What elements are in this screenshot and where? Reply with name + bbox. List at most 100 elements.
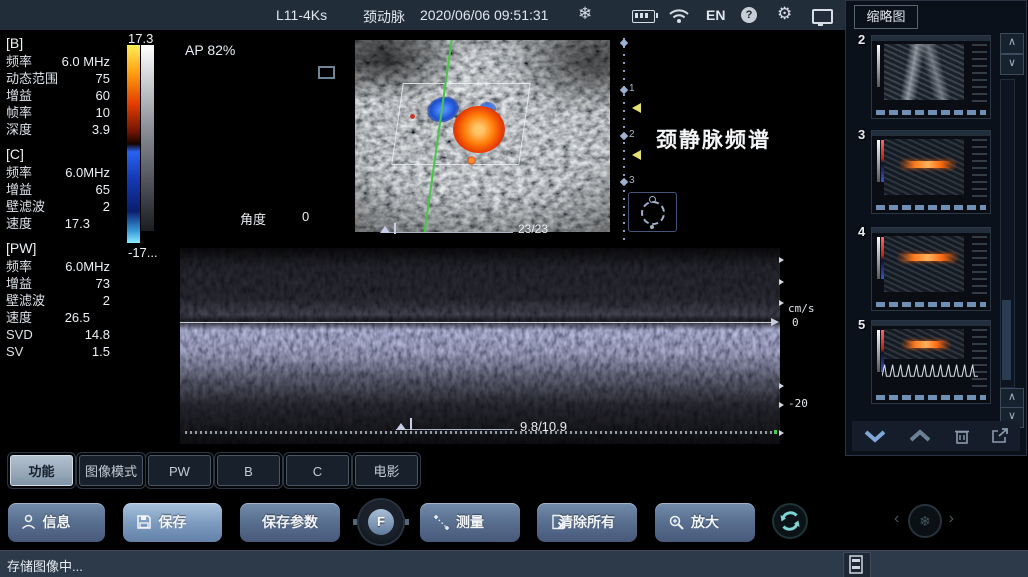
thumbnail-scrollbar[interactable] <box>1000 79 1015 388</box>
param-value: 6.0MHz <box>65 164 110 181</box>
thumb-topbar <box>872 36 990 41</box>
cine-slider-handle[interactable] <box>380 226 390 233</box>
datetime: 2020/06/06 09:51:31 <box>420 7 548 23</box>
exam-preset: 颈动脉 <box>363 7 405 27</box>
export-icon[interactable] <box>990 427 1010 445</box>
depth-marker-icon <box>620 132 628 140</box>
thumbnail-4[interactable]: 4 <box>871 227 991 311</box>
freeze-knob-snowflake-icon[interactable]: ❄ <box>908 504 942 538</box>
parameter-panel: [B] 频率6.0 MHz 动态范围75 增益60 帧率10 深度3.9 [C]… <box>6 33 110 366</box>
thumb-flow <box>904 341 948 348</box>
scroll-down-button[interactable]: ∨ <box>1000 54 1024 75</box>
tab-image-mode[interactable]: 图像模式 <box>79 455 143 486</box>
param-label: 帧率 <box>6 104 32 121</box>
help-icon[interactable]: ? <box>741 7 757 23</box>
person-icon <box>21 514 36 530</box>
sweep-slider-track[interactable] <box>396 429 514 430</box>
param-label: 增益 <box>6 181 32 198</box>
tab-function[interactable]: 功能 <box>10 455 73 486</box>
tab-c[interactable]: C <box>286 455 349 486</box>
frame-counter: 23/23 <box>518 222 548 236</box>
doppler-flow-orange-small <box>467 156 476 165</box>
probe-orientation-icon[interactable] <box>628 192 677 232</box>
scroll-up-button[interactable]: ∧ <box>1000 33 1024 54</box>
cine-slider-tick <box>394 223 396 234</box>
param-value: 14.8 <box>85 326 110 343</box>
thumbnail-2[interactable]: 2 <box>871 35 991 119</box>
focus-marker-icon[interactable] <box>632 150 641 160</box>
thumb-params <box>972 139 987 197</box>
page-up-icon[interactable] <box>907 428 933 444</box>
delete-trash-icon[interactable] <box>953 427 971 445</box>
scale-tick-icon <box>779 300 784 306</box>
measure-button[interactable]: 测量 <box>420 503 520 542</box>
focus-marker-icon[interactable] <box>632 103 641 113</box>
param-value: 65 <box>96 181 110 198</box>
thumbnail-panel-tab[interactable]: 缩略图 <box>854 5 918 29</box>
thumb-buttons <box>876 302 986 307</box>
param-label: 深度 <box>6 121 32 138</box>
chevron-right-icon[interactable]: › <box>949 510 954 528</box>
depth-number: 3 <box>629 175 635 186</box>
param-value: 17.3 <box>65 215 110 232</box>
zoom-button[interactable]: 放大 <box>655 503 755 542</box>
scroll-up-button-bottom[interactable]: ∧ <box>1000 388 1024 409</box>
depth-ruler-dots <box>623 38 625 244</box>
param-label: 速度 <box>6 309 32 326</box>
thumb-buttons <box>876 395 986 400</box>
measure-button-label: 测量 <box>456 514 484 530</box>
settings-gear-icon[interactable]: ⚙ <box>777 4 792 24</box>
clear-all-button-label: 清除所有 <box>559 514 615 530</box>
language-toggle[interactable]: EN <box>706 7 725 23</box>
tab-pw[interactable]: PW <box>148 455 211 486</box>
thumbnail-3[interactable]: 3 <box>871 130 991 214</box>
param-value: 10 <box>96 104 110 121</box>
b-mode-title: [B] <box>6 33 110 53</box>
battery-level <box>635 13 650 18</box>
thumb-buttons <box>876 110 986 115</box>
thumb-params <box>972 329 987 387</box>
thumbnail-5[interactable]: 5 <box>871 320 991 404</box>
magnifier-plus-icon <box>668 514 685 531</box>
colorbar <box>127 45 155 243</box>
param-label: 频率 <box>6 258 32 275</box>
freeze-knob[interactable]: ‹ ❄ › <box>894 500 954 542</box>
tab-cine[interactable]: 电影 <box>355 455 418 486</box>
baseline-arrow-icon <box>771 318 779 326</box>
scrollbar-thumb[interactable] <box>1002 300 1011 380</box>
doppler-flow-dot <box>410 114 415 119</box>
depth-number: 1 <box>629 83 635 94</box>
spectral-display[interactable] <box>180 248 780 444</box>
thumb-topbar <box>872 228 990 233</box>
sweep-slider-handle[interactable] <box>396 423 406 430</box>
zoom-button-label: 放大 <box>691 514 719 530</box>
chevron-left-icon[interactable]: ‹ <box>894 510 899 528</box>
thumb-graybar <box>877 140 880 182</box>
info-button[interactable]: 信息 <box>8 503 105 542</box>
spectral-baseline[interactable] <box>180 322 772 323</box>
thumb-topbar <box>872 131 990 136</box>
annotation-text[interactable]: 颈静脉频谱 <box>656 124 771 154</box>
thumb-graybar <box>877 330 880 372</box>
b-mode-image[interactable] <box>355 40 610 232</box>
param-label: 壁滤波 <box>6 292 45 309</box>
tab-b[interactable]: B <box>217 455 280 486</box>
refresh-arrows-icon <box>774 505 806 537</box>
param-label: 增益 <box>6 87 32 104</box>
status-message: 存储图像中... <box>7 556 83 575</box>
thumb-buttons <box>876 205 986 210</box>
page-down-icon[interactable] <box>862 428 888 444</box>
cine-slider-track[interactable] <box>385 232 513 233</box>
save-button[interactable]: 保存 <box>123 503 222 542</box>
display-icon[interactable] <box>812 9 833 24</box>
refresh-button[interactable] <box>774 505 806 537</box>
status-bar: 存储图像中... <box>0 550 1028 577</box>
save-params-button[interactable]: 保存参数 <box>240 503 340 542</box>
freeze-snowflake-icon[interactable]: ❄ <box>578 4 592 24</box>
cine-film-button[interactable] <box>843 552 871 577</box>
depth-marker-icon <box>620 178 628 186</box>
scale-tick-icon <box>779 383 784 389</box>
param-value: 73 <box>96 275 110 292</box>
f-knob[interactable]: F <box>359 500 403 544</box>
clear-all-button[interactable]: 清除所有 <box>537 503 637 542</box>
